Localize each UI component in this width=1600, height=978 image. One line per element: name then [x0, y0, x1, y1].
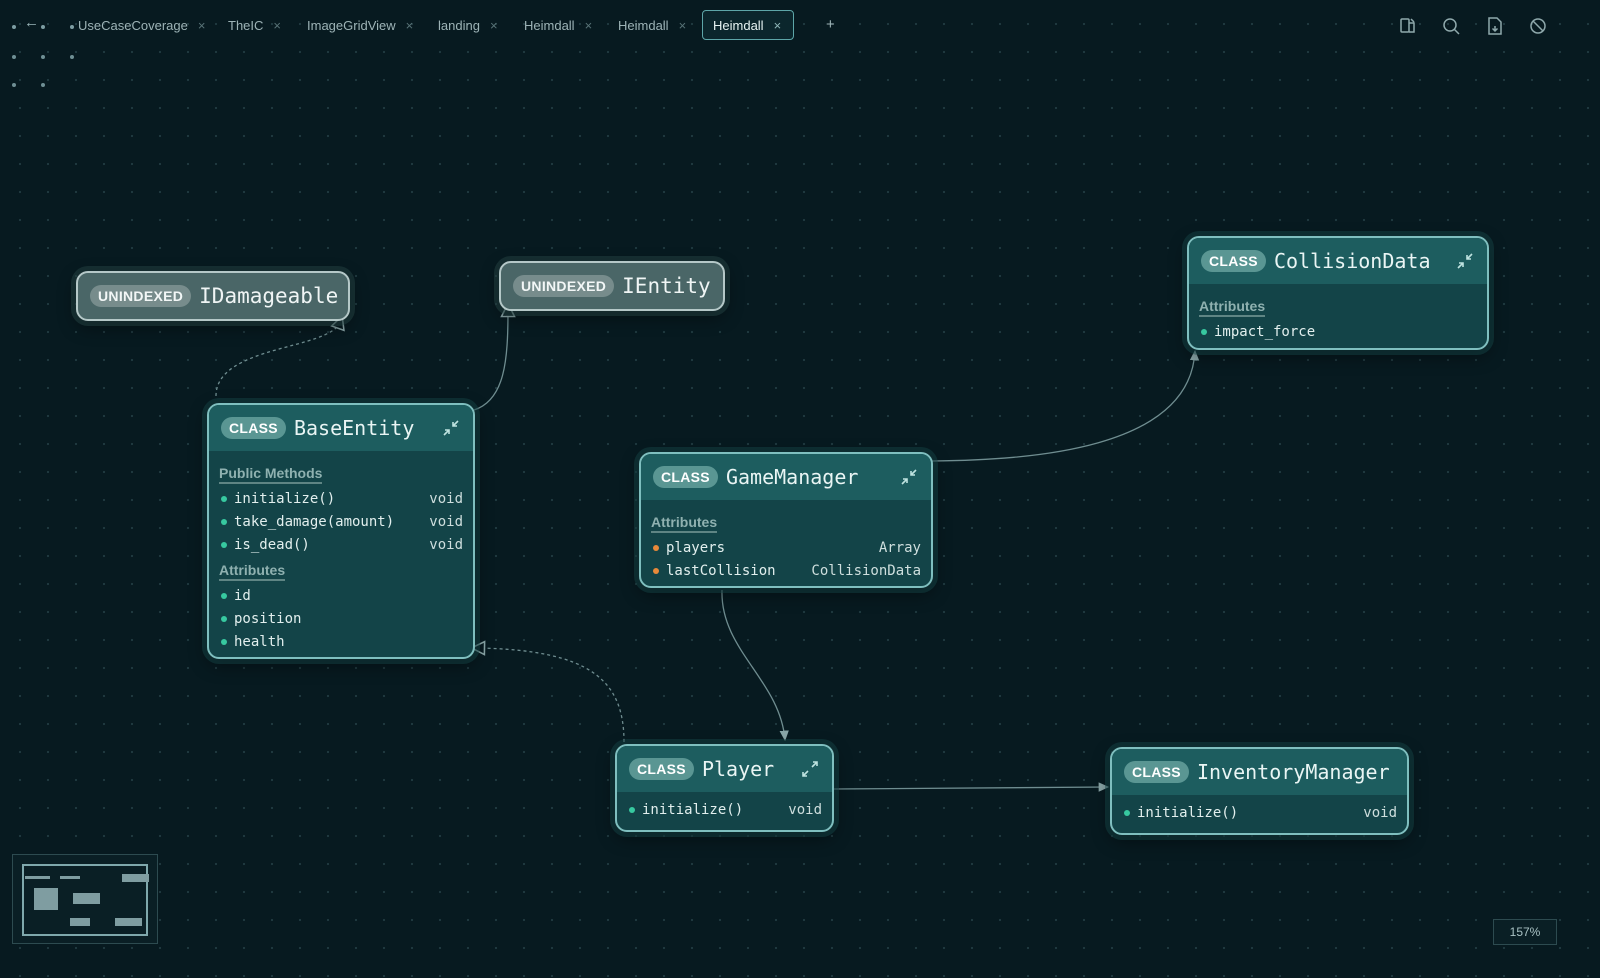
- node-baseentity[interactable]: CLASS BaseEntity Public Methods initiali…: [207, 403, 475, 659]
- attribute-dot-icon: [1201, 328, 1207, 335]
- method-row: initialize() void: [1122, 801, 1397, 824]
- class-badge: CLASS: [1124, 761, 1189, 783]
- unindexed-badge: UNINDEXED: [513, 275, 615, 297]
- section-title-attributes: Attributes: [1199, 298, 1266, 317]
- member-type: void: [1363, 804, 1397, 821]
- member-name: is_dead(): [234, 536, 310, 553]
- member-type: void: [429, 536, 463, 553]
- method-dot-icon: [629, 806, 635, 813]
- member-name: health: [234, 633, 285, 650]
- node-header: CLASS Player: [617, 746, 832, 792]
- method-row: is_dead() void: [219, 533, 463, 556]
- edge-gamemanager-collisiondata: [931, 349, 1200, 462]
- member-type: void: [429, 513, 463, 530]
- node-title: BaseEntity: [293, 416, 415, 440]
- node-header: CLASS InventoryManager: [1112, 749, 1407, 795]
- member-name: initialize(): [1137, 804, 1239, 821]
- class-badge: CLASS: [653, 466, 718, 488]
- minimap-node: [73, 893, 100, 904]
- method-dot-icon: [221, 541, 227, 548]
- zoom-level[interactable]: 157%: [1493, 919, 1557, 945]
- minimap-node: [34, 888, 58, 910]
- node-ientity[interactable]: UNINDEXED IEntity: [499, 261, 725, 311]
- method-row: initialize() void: [627, 798, 822, 821]
- edge-player-baseentity: [478, 648, 625, 743]
- member-type: Array: [878, 539, 921, 556]
- member-name: impact_force: [1214, 323, 1316, 340]
- field-dot-icon: [653, 544, 659, 551]
- member-name: players: [666, 539, 726, 556]
- expand-icon[interactable]: [800, 759, 820, 779]
- method-row: initialize() void: [219, 487, 463, 510]
- method-dot-icon: [1124, 809, 1130, 816]
- node-header: CLASS GameManager: [641, 454, 931, 500]
- member-name: id: [234, 587, 251, 604]
- attribute-row: health: [219, 630, 463, 653]
- minimap-node: [70, 918, 90, 926]
- class-badge: CLASS: [1201, 250, 1266, 272]
- node-title: IDamageable: [199, 284, 339, 308]
- node-title: IEntity: [622, 274, 711, 298]
- node-idamageable[interactable]: UNINDEXED IDamageable: [76, 271, 350, 321]
- method-dot-icon: [221, 495, 227, 502]
- member-name: initialize(): [234, 490, 336, 507]
- member-name: position: [234, 610, 302, 627]
- edge-baseentity-ientity: [473, 310, 508, 411]
- section-title-attributes: Attributes: [651, 514, 718, 533]
- field-dot-icon: [653, 567, 659, 574]
- method-row: take_damage(amount) void: [219, 510, 463, 533]
- collapse-icon[interactable]: [1455, 251, 1475, 271]
- member-name: lastCollision: [666, 562, 776, 579]
- minimap-node: [115, 918, 142, 926]
- class-badge: CLASS: [629, 758, 694, 780]
- attribute-dot-icon: [221, 615, 227, 622]
- attribute-row: position: [219, 607, 463, 630]
- attribute-row: id: [219, 584, 463, 607]
- section-title-attributes: Attributes: [219, 562, 286, 581]
- minimap-node: [25, 876, 50, 879]
- node-title: GameManager: [725, 465, 859, 489]
- method-dot-icon: [221, 518, 227, 525]
- minimap-node: [60, 876, 80, 879]
- node-player[interactable]: CLASS Player initialize() void: [615, 744, 834, 832]
- class-badge: CLASS: [221, 417, 286, 439]
- attribute-dot-icon: [221, 592, 227, 599]
- minimap[interactable]: [12, 854, 158, 944]
- node-title: InventoryManager: [1196, 760, 1390, 784]
- attribute-dot-icon: [221, 638, 227, 645]
- member-type: void: [429, 490, 463, 507]
- node-title: CollisionData: [1273, 249, 1431, 273]
- node-inventorymanager[interactable]: CLASS InventoryManager initialize() void: [1110, 747, 1409, 835]
- attribute-row: impact_force: [1199, 320, 1477, 343]
- node-collisiondata[interactable]: CLASS CollisionData Attributes impact_fo…: [1187, 236, 1489, 350]
- member-name: initialize(): [642, 801, 744, 818]
- node-title: Player: [701, 757, 775, 781]
- node-header: CLASS BaseEntity: [209, 405, 473, 451]
- attribute-row: lastCollision CollisionData: [651, 559, 921, 582]
- edge-gamemanager-player: [721, 589, 789, 742]
- edge-baseentity-idamageable: [215, 322, 340, 397]
- collapse-icon[interactable]: [899, 467, 919, 487]
- unindexed-badge: UNINDEXED: [90, 285, 192, 307]
- member-type: CollisionData: [811, 562, 921, 579]
- node-header: CLASS CollisionData: [1189, 238, 1487, 284]
- minimap-node: [122, 874, 149, 882]
- section-title-public-methods: Public Methods: [219, 465, 323, 484]
- member-type: void: [788, 801, 822, 818]
- attribute-row: players Array: [651, 536, 921, 559]
- node-gamemanager[interactable]: CLASS GameManager Attributes players Arr…: [639, 452, 933, 588]
- collapse-icon[interactable]: [441, 418, 461, 438]
- member-name: take_damage(amount): [234, 513, 395, 530]
- edge-player-inventorymanager: [833, 782, 1110, 792]
